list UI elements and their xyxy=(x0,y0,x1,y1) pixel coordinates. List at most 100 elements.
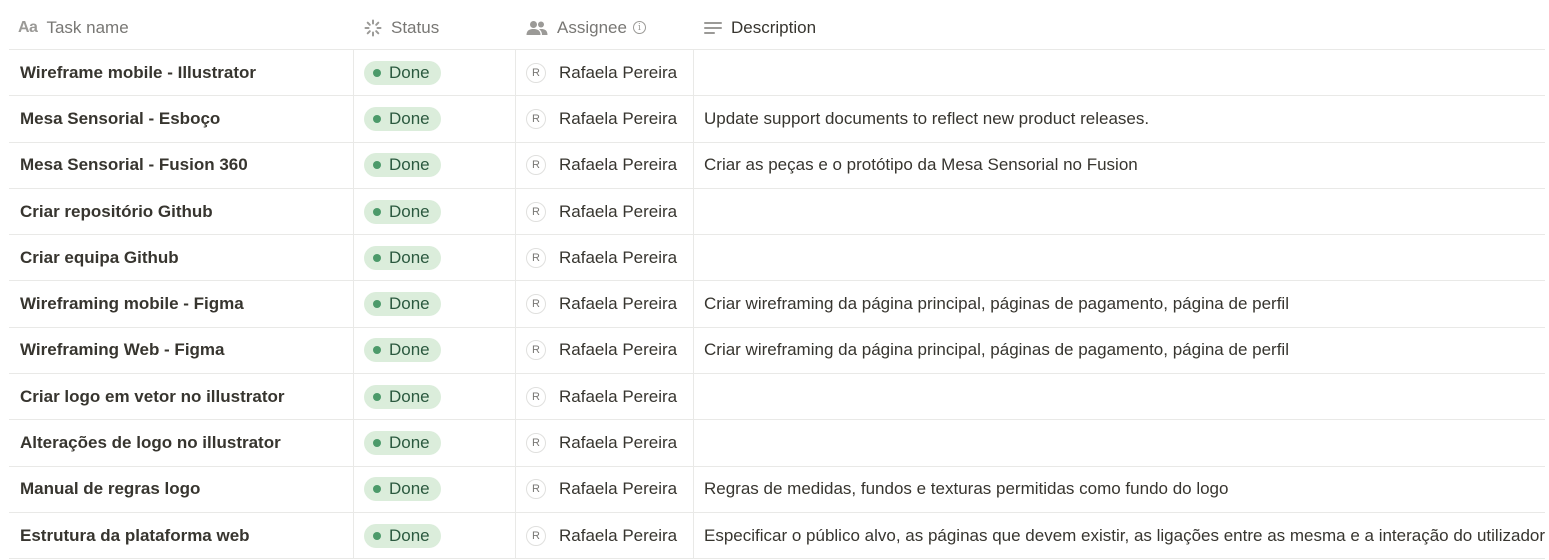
table-row[interactable]: Criar logo em vetor no illustrator Done … xyxy=(9,374,1545,421)
avatar: R xyxy=(526,201,546,222)
task-name-cell[interactable]: Wireframe mobile - Illustrator xyxy=(9,50,354,96)
table-row[interactable]: Wireframing Web - Figma Done R Rafaela P… xyxy=(9,327,1545,375)
status-dot-icon xyxy=(373,346,381,355)
task-name: Estrutura da plataforma web xyxy=(20,525,250,545)
avatar: R xyxy=(526,525,546,546)
status-badge[interactable]: Done xyxy=(364,523,441,548)
task-name-cell[interactable]: Criar logo em vetor no illustrator xyxy=(9,374,354,420)
task-name-cell[interactable]: Mesa Sensorial - Esboço xyxy=(9,96,354,142)
table-row[interactable]: Criar equipa Github Done R Rafaela Perei… xyxy=(9,235,1545,282)
status-badge[interactable]: Done xyxy=(364,431,441,456)
assignee-cell[interactable]: R Rafaela Pereira xyxy=(516,466,694,512)
assignee-name: Rafaela Pereira xyxy=(559,62,678,82)
assignee-name: Rafaela Pereira xyxy=(559,433,678,453)
info-icon[interactable]: i xyxy=(632,21,646,34)
description-cell[interactable]: Criar wireframing da página principal, p… xyxy=(694,328,1545,373)
status-cell[interactable]: Done xyxy=(354,420,516,466)
status-cell[interactable]: Done xyxy=(354,50,516,96)
avatar: R xyxy=(526,340,546,361)
description-cell[interactable] xyxy=(694,374,1545,419)
status-cell[interactable]: Done xyxy=(354,512,516,559)
status-badge[interactable]: Done xyxy=(364,106,441,131)
status-cell[interactable]: Done xyxy=(354,96,516,142)
task-name-cell[interactable]: Criar repositório Github xyxy=(9,188,354,235)
assignee-cell[interactable]: R Rafaela Pereira xyxy=(516,420,694,466)
description-text: Criar as peças e o protótipo da Mesa Sen… xyxy=(704,155,1138,175)
description-cell[interactable] xyxy=(694,420,1545,465)
status-label: Done xyxy=(389,340,430,360)
task-name-cell[interactable]: Alterações de logo no illustrator xyxy=(9,420,354,466)
description-cell[interactable] xyxy=(694,50,1545,95)
description-cell[interactable]: Criar as peças e o protótipo da Mesa Sen… xyxy=(694,143,1545,188)
status-label: Done xyxy=(389,155,430,175)
status-badge[interactable]: Done xyxy=(364,60,441,85)
table-row[interactable]: Wireframing mobile - Figma Done R Rafael… xyxy=(9,281,1545,328)
status-dot-icon xyxy=(373,161,381,170)
header-assignee[interactable]: Assignee i xyxy=(516,0,694,49)
status-cell[interactable]: Done xyxy=(354,281,516,327)
assignee-cell[interactable]: R Rafaela Pereira xyxy=(516,281,694,327)
task-name: Wireframing Web - Figma xyxy=(20,340,225,360)
status-cell[interactable]: Done xyxy=(354,235,516,281)
assignee-cell[interactable]: R Rafaela Pereira xyxy=(516,96,694,142)
status-label: Done xyxy=(389,201,430,221)
assignee-cell[interactable]: R Rafaela Pereira xyxy=(516,188,694,235)
header-task-name[interactable]: Aa Task name xyxy=(9,0,354,49)
table-row[interactable]: Mesa Sensorial - Esboço Done R Rafaela P… xyxy=(9,96,1545,143)
status-label: Done xyxy=(389,386,430,406)
avatar: R xyxy=(526,62,546,83)
header-assignee-label: Assignee xyxy=(557,17,627,37)
task-name-cell[interactable]: Criar equipa Github xyxy=(9,235,354,281)
description-cell[interactable]: Criar wireframing da página principal, p… xyxy=(694,281,1545,326)
status-badge[interactable]: Done xyxy=(364,384,441,409)
status-dot-icon xyxy=(373,531,381,540)
assignee-cell[interactable]: R Rafaela Pereira xyxy=(516,327,694,374)
task-name-cell[interactable]: Wireframing mobile - Figma xyxy=(9,281,354,327)
status-badge[interactable]: Done xyxy=(364,338,441,363)
header-description-label: Description xyxy=(731,17,817,37)
status-badge[interactable]: Done xyxy=(364,153,441,178)
table-row[interactable]: Criar repositório Github Done R Rafaela … xyxy=(9,188,1545,236)
table-row[interactable]: Wireframe mobile - Illustrator Done R Ra… xyxy=(9,50,1545,97)
header-description[interactable]: Description xyxy=(694,0,1545,49)
status-badge[interactable]: Done xyxy=(364,245,441,270)
status-cell[interactable]: Done xyxy=(354,374,516,420)
task-name: Mesa Sensorial - Esboço xyxy=(20,108,221,128)
task-name-cell[interactable]: Mesa Sensorial - Fusion 360 xyxy=(9,142,354,188)
table-row[interactable]: Manual de regras logo Done R Rafaela Per… xyxy=(9,466,1545,513)
table-row[interactable]: Alterações de logo no illustrator Done R… xyxy=(9,420,1545,467)
assignee-cell[interactable]: R Rafaela Pereira xyxy=(516,142,694,188)
table-body: Wireframe mobile - Illustrator Done R Ra… xyxy=(9,50,1545,560)
description-cell[interactable]: Regras de medidas, fundos e texturas per… xyxy=(694,467,1545,512)
task-name-cell[interactable]: Wireframing Web - Figma xyxy=(9,327,354,374)
task-name-cell[interactable]: Manual de regras logo xyxy=(9,466,354,512)
header-status[interactable]: Status xyxy=(354,0,516,49)
description-cell[interactable] xyxy=(694,235,1545,280)
task-name-cell[interactable]: Estrutura da plataforma web xyxy=(9,512,354,559)
assignee-cell[interactable]: R Rafaela Pereira xyxy=(516,512,694,559)
status-cell[interactable]: Done xyxy=(354,188,516,235)
assignee-cell[interactable]: R Rafaela Pereira xyxy=(516,235,694,281)
description-cell[interactable] xyxy=(694,189,1545,234)
status-badge[interactable]: Done xyxy=(364,292,441,317)
status-badge[interactable]: Done xyxy=(364,477,441,502)
table-row[interactable]: Mesa Sensorial - Fusion 360 Done R Rafae… xyxy=(9,142,1545,189)
task-name: Manual de regras logo xyxy=(20,479,201,499)
assignee-cell[interactable]: R Rafaela Pereira xyxy=(516,374,694,420)
status-label: Done xyxy=(389,479,430,499)
description-cell[interactable]: Update support documents to reflect new … xyxy=(694,96,1545,141)
status-label: Done xyxy=(389,247,430,267)
status-label: Done xyxy=(389,108,430,128)
assignee-cell[interactable]: R Rafaela Pereira xyxy=(516,50,694,96)
header-task-name-label: Task name xyxy=(46,17,129,37)
status-cell[interactable]: Done xyxy=(354,466,516,512)
assignee-name: Rafaela Pereira xyxy=(559,525,678,545)
status-badge[interactable]: Done xyxy=(364,199,441,224)
description-cell[interactable]: Especificar o público alvo, as páginas q… xyxy=(694,513,1545,558)
status-cell[interactable]: Done xyxy=(354,142,516,188)
table-row[interactable]: Estrutura da plataforma web Done R Rafae… xyxy=(9,512,1545,560)
status-dot-icon xyxy=(373,300,381,309)
status-cell[interactable]: Done xyxy=(354,327,516,374)
status-dot-icon xyxy=(373,439,381,448)
text-lines-icon xyxy=(704,20,722,36)
